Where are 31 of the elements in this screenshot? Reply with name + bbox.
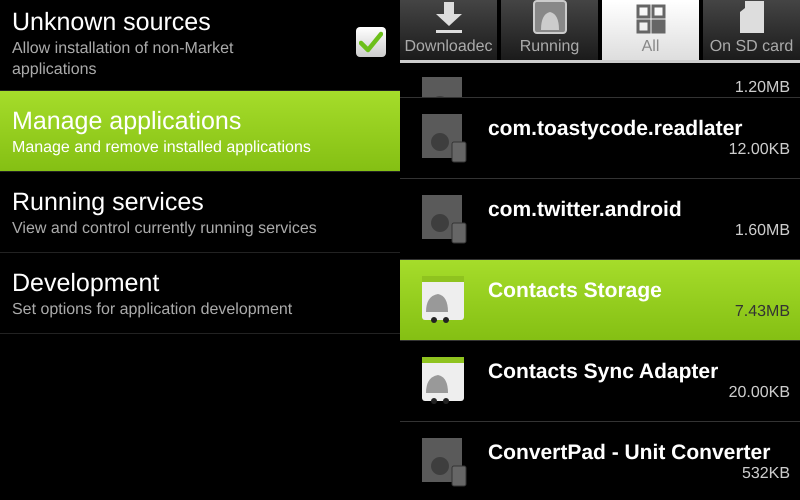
setting-title: Unknown sources (12, 7, 212, 38)
setting-summary: Manage and remove installed applications (12, 138, 312, 158)
app-name: Contacts Storage (488, 279, 663, 303)
setting-title: Running services (12, 186, 205, 218)
setting-title: Manage applications (12, 106, 242, 136)
setting-summary: View and control currently running services (12, 218, 318, 238)
app-size: 20.00KB (728, 384, 790, 402)
setting-summary: Allow installation of non-Market applications (12, 39, 234, 80)
app-size: 1.60MB (734, 222, 790, 240)
checkbox[interactable] (356, 27, 386, 57)
app-name: Contacts Sync Adapter (488, 360, 720, 384)
app-size: 1.20MB (734, 79, 790, 97)
app-list-item[interactable]: Contacts Storage 7.43MB (400, 260, 800, 341)
app-list-item[interactable]: com.toastycode.readlater 12.00KB (400, 98, 800, 179)
download-icon (434, 0, 464, 34)
settings-item[interactable]: Running services View and control currently running services (0, 172, 400, 253)
setting-summary: Set options for application development (12, 300, 294, 320)
app-size: 12.00KB (728, 141, 790, 159)
tab[interactable]: Running (501, 0, 598, 60)
app-name: ConvertPad - Unit Converter (488, 441, 772, 465)
app-name: com.toastycode.readlater (488, 117, 744, 141)
app-list-item[interactable]: Contacts Sync Adapter 20.00KB (400, 341, 800, 422)
grid-icon (636, 4, 666, 34)
app-list-item[interactable]: ConvertPad - Unit Converter 532KB (400, 422, 800, 500)
app-name: com.twitter.android (488, 198, 683, 222)
app-size: 7.43MB (734, 303, 790, 321)
tab[interactable]: On SD card (703, 0, 800, 60)
tab[interactable]: Downloadec (400, 0, 497, 60)
app-size: 532KB (742, 465, 790, 483)
sd-card-icon (738, 0, 764, 34)
setting-title: Development (12, 268, 160, 298)
